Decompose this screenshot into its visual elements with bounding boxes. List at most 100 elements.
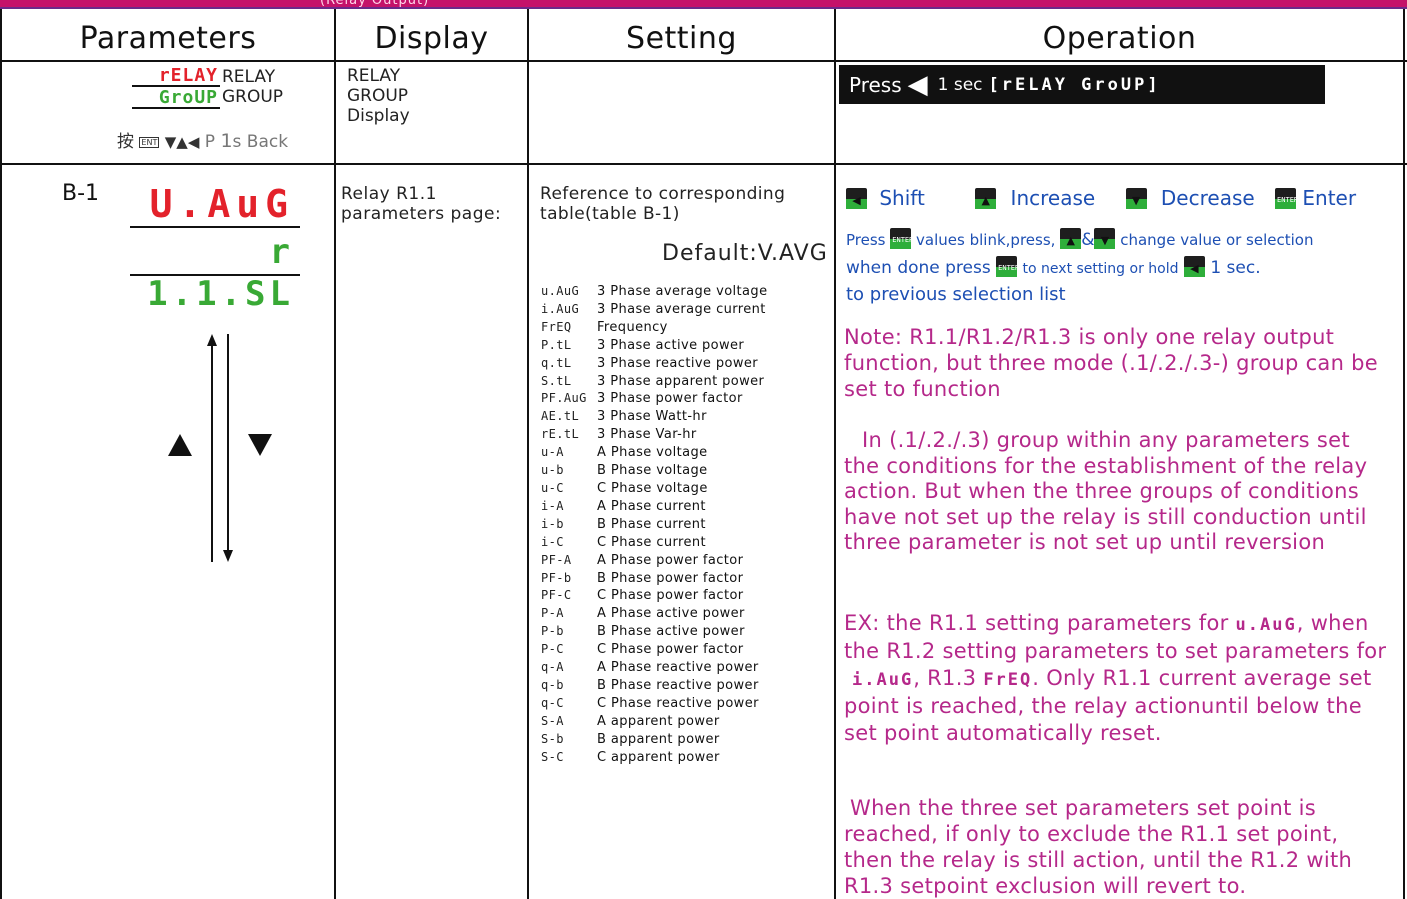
setting-line: table(table B-1) [540, 204, 680, 224]
parameter-description: C Phase voltage [597, 480, 708, 496]
column-header-operation: Operation [1042, 21, 1197, 56]
parameter-list-item: P-b B Phase active power [541, 623, 767, 641]
key-legend: ◀ Shift ▲ Increase ▼ Decrease ENTER Ente… [846, 186, 1356, 210]
parameter-code: i-b [541, 516, 564, 531]
led-display-top: U.AuG [130, 183, 300, 228]
ops-text: & [1081, 230, 1095, 250]
parameter-list-item: i-C C Phase current [541, 534, 767, 552]
parameter-list-item: u-A A Phase voltage [541, 444, 767, 462]
parameter-description: A Phase reactive power [597, 660, 759, 676]
parameter-description: B Phase reactive power [597, 677, 759, 693]
parameter-description: B Phase current [597, 516, 706, 532]
ex-code: u.AuG [1235, 615, 1297, 635]
parameter-list-item: PF-C C Phase power factor [541, 587, 767, 605]
header-divider [0, 60, 1407, 62]
hint-one: 1 [220, 130, 233, 152]
parameter-list-item: i-b B Phase current [541, 516, 767, 534]
column-divider [834, 9, 836, 899]
parameter-list-item: q-C C Phase reactive power [541, 695, 767, 713]
parameter-description: A Phase active power [597, 606, 745, 622]
default-value: Default:V.AVG [662, 241, 828, 266]
enter-key-icon: ENTER [1275, 188, 1298, 209]
parameter-list-item: PF-A A Phase power factor [541, 552, 767, 570]
parameter-code: q.tL [541, 355, 572, 370]
row-id: B-1 [62, 181, 100, 206]
parameter-code: P.tL [541, 337, 572, 352]
parameter-list-item: rE.tL 3 Phase Var-hr [541, 426, 767, 444]
operation-press-banner: Press ◀ 1 sec [rELAY GroUP] [839, 65, 1325, 104]
enter-label: Enter [1302, 186, 1357, 210]
table-border-left [0, 9, 2, 899]
column-header-parameters: Parameters [79, 21, 257, 56]
parameter-code: P-C [541, 642, 564, 657]
default-label: Default [662, 241, 750, 266]
ops-line-1: Press ENTER values blink,press, ▲ & ▼ chan… [846, 228, 1313, 250]
relay-group-segment-top: rELAY [132, 67, 220, 87]
parameter-description: 3 Phase Var-hr [597, 427, 697, 443]
parameter-list-item: u-C C Phase voltage [541, 480, 767, 498]
ops-text: Press [846, 231, 886, 249]
parameter-description: 3 Phase Watt-hr [597, 409, 707, 425]
parameter-code: S-A [541, 713, 564, 728]
parameter-description: A Phase power factor [597, 552, 744, 568]
parameter-code: u-C [541, 480, 564, 495]
parameter-list-item: u-b B Phase voltage [541, 462, 767, 480]
parameter-code: u-b [541, 463, 564, 478]
column-divider [527, 9, 529, 899]
parameter-code: u-A [541, 445, 564, 460]
example-paragraph: EX: the R1.1 setting parameters for u.Au… [844, 610, 1392, 746]
parameter-description: C Phase current [597, 534, 707, 550]
column-header-setting: Setting [626, 21, 737, 56]
parameter-code: q-C [541, 695, 564, 710]
parameter-list-item: AE.tL 3 Phase Watt-hr [541, 408, 767, 426]
parameter-list-item: q-A A Phase reactive power [541, 659, 767, 677]
ex-text: EX: the R1.1 setting parameters for [844, 611, 1229, 635]
parameter-code: rE.tL [541, 427, 580, 442]
parameter-code: AE.tL [541, 409, 580, 424]
parameter-description: B Phase voltage [597, 463, 708, 479]
decrease-key-icon: ▼ [1125, 188, 1147, 209]
ops-text: to next setting or hold [1022, 261, 1179, 277]
parameter-code: PF-b [541, 570, 572, 585]
left-arrow-icon: ◀ [907, 69, 928, 100]
display-line: Relay R1.1 [341, 184, 437, 204]
parameter-description: 3 Phase apparent power [597, 373, 765, 389]
parameter-code: i-C [541, 534, 564, 549]
setting-line: Reference to corresponding [540, 184, 786, 204]
relay-group-segment-bottom: GroUP [132, 89, 220, 109]
ops-text: when done press [846, 258, 991, 278]
ex-code: FrEQ [983, 669, 1033, 690]
parameter-list-item: PF-b B Phase power factor [541, 570, 767, 588]
parameter-code: P-b [541, 624, 564, 639]
scroll-arrows-diagram [168, 334, 272, 562]
parameter-code: PF-A [541, 552, 572, 567]
display-line: parameters page: [341, 204, 502, 224]
section-header-fragment: (Relay Output) [320, 0, 430, 8]
parameter-description: Frequency [597, 319, 668, 335]
parameter-code: S-C [541, 749, 564, 764]
ops-line-3: to previous selection list [846, 284, 1066, 305]
parameter-list-item: S.tL 3 Phase apparent power [541, 373, 767, 391]
ops-text: 1 sec. [1210, 258, 1261, 278]
parameter-code: S-b [541, 731, 564, 746]
parameter-list-item: u.AuG 3 Phase average voltage [541, 283, 767, 301]
parameter-code: FrEQ [541, 319, 572, 334]
column-header-display: Display [374, 21, 489, 56]
parameter-description: 3 Phase active power [597, 337, 745, 353]
key-navigation-hint: 按 ENT ▼▲◀ P 1s Back [117, 127, 288, 152]
parameter-code: S.tL [541, 373, 572, 388]
parameter-description: C apparent power [597, 749, 720, 765]
sec-label: 1 sec [937, 74, 983, 95]
setting-intro: Reference to corresponding table(table B… [540, 184, 785, 224]
ops-text: values blink,press, [916, 231, 1056, 249]
parameter-list-item: S-b B apparent power [541, 731, 767, 749]
parameter-description: C Phase reactive power [597, 695, 759, 711]
parameter-description: A Phase voltage [597, 445, 708, 461]
parameter-list-item: q-b B Phase reactive power [541, 677, 767, 695]
section-header-bar: (Relay Output) [0, 0, 1407, 9]
column-divider [334, 9, 336, 899]
parameter-description: B apparent power [597, 731, 720, 747]
relay-group-code: [rELAY GroUP] [988, 74, 1161, 95]
parameter-code: PF-C [541, 588, 572, 603]
parameter-description: 3 Phase average voltage [597, 284, 768, 299]
